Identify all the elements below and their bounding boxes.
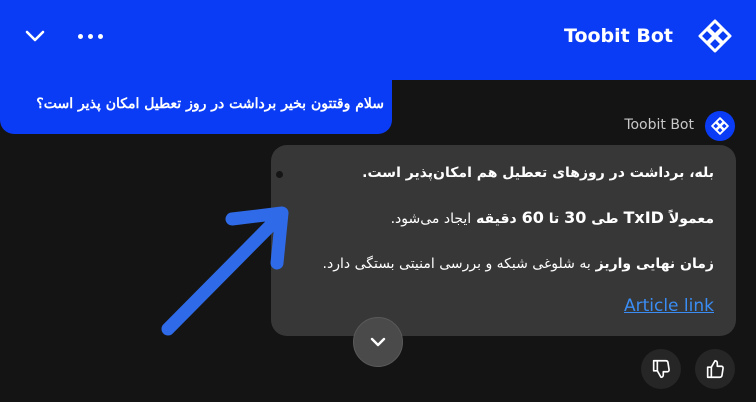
card-dot xyxy=(276,171,283,178)
bot-reply-line-3: زمان نهایی واریز به شلوغی شبکه و بررسی ا… xyxy=(322,256,714,272)
thumbs-down-icon xyxy=(652,359,670,379)
more-dots-icon[interactable] xyxy=(78,34,103,39)
scroll-down-button[interactable] xyxy=(353,317,403,367)
chevron-down-icon[interactable] xyxy=(24,25,46,47)
bot-reply-line-1: بله، برداشت در روزهای تعطیل هم امکان‌پذی… xyxy=(362,165,714,181)
user-message-text: سلام وقتتون بخیر برداشت در روز تعطیل امک… xyxy=(36,96,384,112)
bot-name: Toobit Bot xyxy=(624,117,694,133)
chevron-down-icon xyxy=(370,337,386,347)
bot-avatar xyxy=(705,111,735,141)
thumbs-up-icon xyxy=(706,359,724,379)
bot-reply-line-2: معمولاً TxID طی 30 تا 60 دقیقه ایجاد می‌… xyxy=(390,208,714,227)
toobit-logo-icon xyxy=(698,19,732,53)
thumbs-up-button[interactable] xyxy=(695,349,735,389)
article-link[interactable]: Article link xyxy=(624,296,714,316)
toobit-logo-icon xyxy=(711,117,729,135)
thumbs-down-button[interactable] xyxy=(641,349,681,389)
chat-title: Toobit Bot xyxy=(564,25,673,47)
